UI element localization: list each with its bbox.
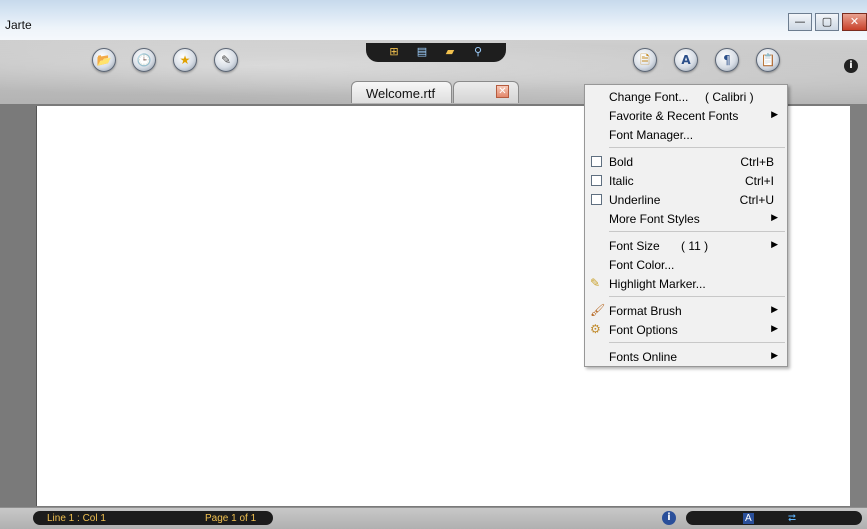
menu-item-label: More Font Styles: [609, 212, 700, 226]
menu-item-more-font-styles[interactable]: More Font Styles ▶: [586, 209, 786, 228]
menu-item-label: Change Font...: [609, 90, 689, 104]
paragraph-button[interactable]: ¶: [715, 48, 739, 72]
word-wrap-icon[interactable]: ⮂: [788, 513, 796, 524]
open-button[interactable]: 📂: [92, 48, 116, 72]
quick-tools-tray: ⊞ ▤ ▰ ⚲: [366, 43, 506, 62]
menu-item-highlight-marker[interactable]: ✎ Highlight Marker...: [586, 274, 786, 293]
italic-checkbox[interactable]: [591, 175, 602, 186]
tab-welcome-label: Welcome.rtf: [366, 86, 436, 101]
menu-separator: [609, 147, 785, 148]
close-icon: ✕: [849, 15, 860, 28]
bold-checkbox[interactable]: [591, 156, 602, 167]
maximize-button[interactable]: ▢: [815, 13, 839, 31]
current-font-name: ( Calibri ): [705, 90, 754, 104]
info-icon[interactable]: i: [662, 511, 676, 525]
info-icon: i: [849, 60, 853, 71]
edit-icon: ✎: [220, 53, 232, 67]
menu-item-label: Font Manager...: [609, 128, 694, 142]
insert-icon[interactable]: ⊞: [386, 45, 402, 59]
menu-item-favorite-recent-fonts[interactable]: Favorite & Recent Fonts ▶: [586, 106, 786, 125]
help-button[interactable]: i: [844, 59, 858, 73]
edit-button[interactable]: ✎: [214, 48, 238, 72]
open-icon: 📂: [96, 53, 112, 67]
font-button[interactable]: A: [674, 48, 698, 72]
table-icon[interactable]: ▤: [414, 45, 430, 59]
menu-item-font-color[interactable]: Font Color...: [586, 255, 786, 274]
menu-item-change-font[interactable]: Change Font... ( Calibri ): [586, 87, 786, 106]
menu-item-label: Font Size: [609, 239, 660, 253]
menu-item-format-brush[interactable]: 🖌 Format Brush ▶: [586, 301, 786, 320]
gear-icon: ⚙: [590, 322, 601, 336]
folder-icon[interactable]: ▰: [442, 45, 458, 59]
page-icon: 🗎: [640, 53, 650, 67]
menu-separator: [609, 342, 785, 343]
submenu-arrow-icon: ▶: [771, 239, 778, 249]
page-button[interactable]: 🗎: [633, 48, 657, 72]
minimize-button[interactable]: —: [788, 13, 812, 31]
menu-item-label: Underline: [609, 193, 661, 207]
menu-item-label: Format Brush: [609, 304, 682, 318]
cursor-position: Line 1 : Col 1: [47, 513, 106, 524]
menu-item-label: Fonts Online: [609, 350, 678, 364]
maximize-icon: ▢: [821, 15, 833, 28]
menu-item-label: Font Color...: [609, 258, 675, 272]
tab-welcome[interactable]: Welcome.rtf: [351, 81, 452, 103]
menu-item-label: Favorite & Recent Fonts: [609, 109, 739, 123]
highlighter-icon: ✎: [590, 276, 601, 290]
menu-separator: [609, 231, 785, 232]
menu-item-label: Highlight Marker...: [609, 277, 706, 291]
clipboard-icon: 📋: [760, 53, 776, 67]
menu-item-label: Bold: [609, 155, 634, 169]
current-font-size: ( 11 ): [681, 239, 709, 253]
font-icon: A: [681, 53, 691, 67]
menu-item-bold[interactable]: Bold Ctrl+B: [586, 152, 786, 171]
clipboard-button[interactable]: 📋: [756, 48, 780, 72]
font-context-menu: Change Font... ( Calibri ) Favorite & Re…: [584, 84, 788, 367]
clock-icon: 🕒: [136, 53, 152, 67]
status-bar: Line 1 : Col 1 Page 1 of 1 i A ⮂: [0, 507, 867, 529]
recent-files-button[interactable]: 🕒: [132, 48, 156, 72]
underline-checkbox[interactable]: [591, 194, 602, 205]
menu-shortcut: Ctrl+B: [740, 155, 774, 169]
paragraph-icon: ¶: [723, 53, 731, 67]
close-button[interactable]: ✕: [842, 13, 867, 31]
menu-item-fonts-online[interactable]: Fonts Online ▶: [586, 347, 786, 366]
status-pill: Line 1 : Col 1 Page 1 of 1: [33, 511, 273, 525]
submenu-arrow-icon: ▶: [771, 323, 778, 333]
menu-item-underline[interactable]: Underline Ctrl+U: [586, 190, 786, 209]
edit-mode-icon[interactable]: A: [743, 513, 754, 524]
minimize-icon: —: [794, 15, 806, 28]
menu-item-label: Italic: [609, 174, 634, 188]
submenu-arrow-icon: ▶: [771, 109, 778, 119]
close-tab-icon[interactable]: ✕: [496, 85, 509, 98]
menu-item-font-options[interactable]: ⚙ Font Options ▶: [586, 320, 786, 339]
menu-shortcut: Ctrl+U: [739, 193, 774, 207]
right-margin: [850, 104, 867, 507]
brush-icon: 🖌: [590, 303, 606, 317]
menu-item-italic[interactable]: Italic Ctrl+I: [586, 171, 786, 190]
menu-item-font-manager[interactable]: Font Manager...: [586, 125, 786, 144]
favorites-button[interactable]: ★: [173, 48, 197, 72]
submenu-arrow-icon: ▶: [771, 212, 778, 222]
menu-shortcut: Ctrl+I: [744, 174, 774, 188]
title-bar: Jarte — ▢ ✕: [0, 0, 867, 41]
submenu-arrow-icon: ▶: [771, 304, 778, 314]
star-icon: ★: [179, 53, 191, 67]
menu-item-font-size[interactable]: Font Size ( 11 ) ▶: [586, 236, 786, 255]
find-icon[interactable]: ⚲: [470, 45, 486, 59]
tab-new[interactable]: ✕: [453, 81, 519, 103]
submenu-arrow-icon: ▶: [771, 350, 778, 360]
menu-item-label: Font Options: [609, 323, 678, 337]
menu-separator: [609, 296, 785, 297]
window-title: Jarte: [5, 18, 32, 32]
status-tools-pill: A ⮂: [686, 511, 862, 525]
page-count: Page 1 of 1: [205, 513, 257, 524]
